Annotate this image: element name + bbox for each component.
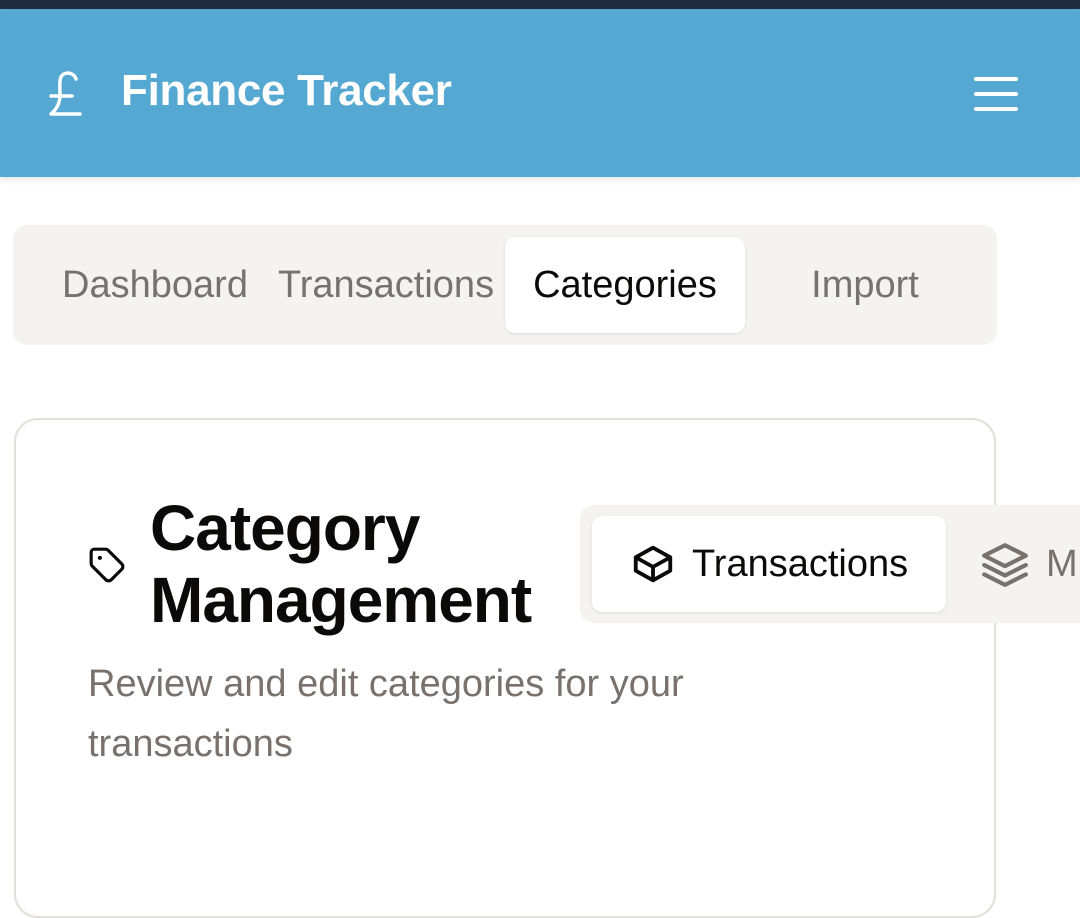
app-header: Finance Tracker: [0, 9, 1080, 177]
tab-transactions[interactable]: Transactions: [263, 237, 509, 333]
window-top-strip: [0, 0, 1080, 9]
page-description: Review and edit categories for your tran…: [88, 663, 684, 765]
tab-import[interactable]: Import: [745, 237, 985, 333]
main-nav-tabs: Dashboard Transactions Categories Import: [13, 225, 997, 345]
layers-icon: [982, 543, 1028, 587]
subtab-m-label: M: [1046, 542, 1078, 585]
app-title: Finance Tracker: [121, 66, 452, 115]
subtab-m[interactable]: M: [980, 516, 1080, 612]
tab-categories[interactable]: Categories: [505, 237, 745, 333]
subtab-transactions-label: Transactions: [692, 542, 909, 585]
box-icon: [633, 545, 673, 583]
page-title: Category Management: [150, 492, 532, 636]
subtab-transactions[interactable]: Transactions: [592, 516, 946, 612]
hamburger-menu-icon[interactable]: [968, 71, 1024, 117]
category-view-tabs: Transactions M: [580, 505, 1080, 623]
pound-sign-icon: [49, 71, 82, 116]
tab-dashboard[interactable]: Dashboard: [33, 237, 277, 333]
tag-icon: [89, 547, 125, 583]
